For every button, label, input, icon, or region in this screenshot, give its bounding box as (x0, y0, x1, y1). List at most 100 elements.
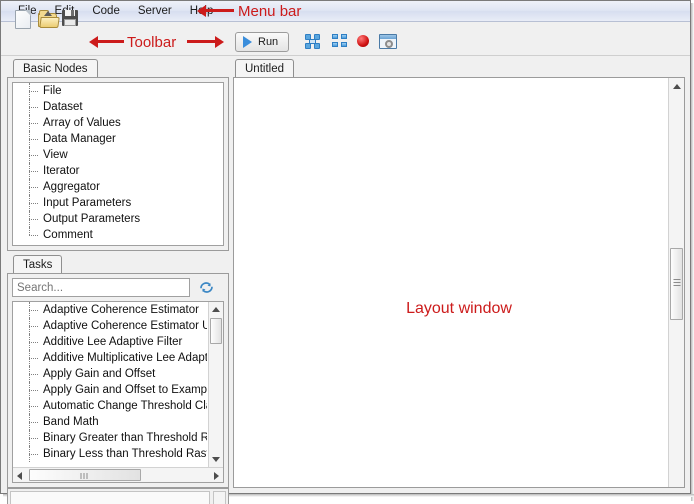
scroll-right-arrow-icon[interactable] (214, 472, 219, 480)
tasks-hscroll-thumb[interactable] (29, 469, 141, 481)
canvas-vertical-scrollbar[interactable] (668, 78, 684, 487)
tasks-listbox[interactable]: Adaptive Coherence Estimator Adaptive Co… (12, 301, 224, 483)
tree-dash (29, 358, 38, 359)
refresh-icon[interactable] (198, 279, 215, 296)
window-frame: File Edit Code Server Help Run (0, 0, 691, 504)
tasks-search-row (12, 278, 218, 297)
tasks-vertical-scrollbar[interactable] (208, 302, 223, 467)
layout-canvas[interactable]: Layout window (233, 77, 685, 488)
list-item[interactable]: Array of Values (13, 115, 223, 131)
tree-dash (29, 219, 38, 220)
list-item-label: Iterator (43, 165, 80, 177)
tasks-list-viewport: Adaptive Coherence Estimator Adaptive Co… (13, 302, 207, 466)
list-item-label: Apply Gain and Offset (43, 368, 156, 380)
list-item[interactable]: Comment (13, 227, 223, 243)
tasks-horizontal-scrollbar[interactable] (13, 467, 223, 482)
list-item-label: Input Parameters (43, 197, 132, 209)
bottom-dock-pane (7, 488, 229, 504)
toolbar-arrow-head-left (89, 36, 98, 48)
list-item[interactable]: File (13, 83, 223, 99)
menu-item-server[interactable]: Server (129, 3, 181, 20)
list-item[interactable]: Input Parameters (13, 195, 223, 211)
list-item[interactable]: Aggregator (13, 179, 223, 195)
list-item[interactable]: Adaptive Coherence Estimator Usin (13, 318, 207, 334)
toolbar-arrow-head-right (215, 36, 224, 48)
list-item-label: File (43, 85, 62, 97)
menu-item-code[interactable]: Code (83, 3, 129, 20)
list-item[interactable]: View (13, 147, 223, 163)
list-item-label: Array of Values (43, 117, 121, 129)
tree-dash (29, 374, 38, 375)
canvas-scroll-up-arrow-icon[interactable] (673, 84, 681, 89)
application-window: File Edit Code Server Help Run (0, 0, 694, 504)
record-icon[interactable] (357, 35, 369, 47)
tree-dash (29, 107, 38, 108)
tree-dash (29, 454, 38, 455)
scroll-up-arrow-icon[interactable] (212, 307, 220, 312)
list-item-label: View (43, 149, 68, 161)
run-button[interactable]: Run (235, 32, 289, 52)
auto-layout-icon[interactable] (305, 34, 320, 49)
grid-cell-1 (332, 34, 338, 39)
scroll-left-arrow-icon[interactable] (17, 472, 22, 480)
open-folder-icon[interactable] (38, 10, 60, 28)
list-item[interactable]: Automatic Change Threshold Class (13, 398, 207, 414)
list-item-label: Automatic Change Threshold Class (43, 400, 207, 412)
list-item[interactable]: Adaptive Coherence Estimator (13, 302, 207, 318)
new-file-icon[interactable] (15, 10, 31, 29)
save-disk-icon[interactable] (62, 10, 78, 26)
window-settings-icon[interactable] (379, 34, 397, 49)
grid-cell-3 (332, 42, 338, 47)
search-input[interactable] (12, 278, 190, 297)
tree-dash (29, 390, 38, 391)
list-item[interactable]: Iterator (13, 163, 223, 179)
list-item[interactable]: Additive Lee Adaptive Filter (13, 334, 207, 350)
gear-shape (385, 40, 393, 48)
list-item[interactable]: Additive Multiplicative Lee Adaptiv (13, 350, 207, 366)
list-item-label: Data Manager (43, 133, 116, 145)
list-item[interactable]: Output Parameters (13, 211, 223, 227)
tree-dash (29, 438, 38, 439)
tree-dash (29, 171, 38, 172)
bottom-dock-content (10, 491, 210, 504)
tree-dash (29, 310, 38, 311)
list-item-label: Binary Greater than Threshold Ras (43, 432, 207, 444)
list-item[interactable]: Data Manager (13, 131, 223, 147)
play-triangle-icon (243, 36, 252, 48)
tasks-body: Adaptive Coherence Estimator Adaptive Co… (7, 273, 229, 488)
basic-nodes-listbox[interactable]: File Dataset Array of Values Data Manage… (12, 82, 224, 246)
basic-nodes-pane: Basic Nodes (7, 59, 229, 77)
tree-dash (29, 187, 38, 188)
disk-slot-shape (71, 10, 74, 16)
menu-bar-arrow-head (197, 5, 206, 17)
list-item-label: Apply Gain and Offset to Examples (43, 384, 207, 396)
scroll-down-arrow-icon[interactable] (212, 457, 220, 462)
tab-untitled[interactable]: Untitled (235, 59, 294, 77)
bottom-dock-scroll-corner (213, 491, 226, 504)
list-item[interactable]: Band Math (13, 414, 207, 430)
basic-nodes-body: File Dataset Array of Values Data Manage… (7, 77, 229, 251)
tab-basic-nodes[interactable]: Basic Nodes (13, 59, 98, 77)
list-item-label: Comment (43, 229, 93, 241)
canvas-vscroll-grip (673, 279, 680, 288)
tab-tasks[interactable]: Tasks (13, 255, 63, 273)
list-item[interactable]: Dataset (13, 99, 223, 115)
list-item[interactable]: Apply Gain and Offset to Examples (13, 382, 207, 398)
grid-arrange-icon[interactable] (332, 34, 348, 48)
tree-dash (29, 235, 38, 236)
layout-window-annotation: Layout window (406, 300, 512, 317)
layout-center-box (309, 39, 316, 44)
list-item-label: Additive Lee Adaptive Filter (43, 336, 183, 348)
toolbar-arrow-line-left (98, 40, 124, 43)
tree-dash (29, 326, 38, 327)
list-item[interactable]: Apply Gain and Offset (13, 366, 207, 382)
tasks-vscroll-thumb[interactable] (210, 318, 222, 344)
tree-dash (29, 422, 38, 423)
list-item[interactable]: Binary Less than Threshold Raster (13, 446, 207, 462)
left-dock: Basic Nodes File Dataset Array of Values… (7, 59, 229, 488)
list-item-label: Binary Less than Threshold Raster (43, 448, 207, 460)
folder-arrow-shape (44, 11, 52, 16)
canvas-vscroll-thumb[interactable] (670, 248, 683, 320)
list-item-label: Additive Multiplicative Lee Adaptiv (43, 352, 207, 364)
list-item[interactable]: Binary Greater than Threshold Ras (13, 430, 207, 446)
